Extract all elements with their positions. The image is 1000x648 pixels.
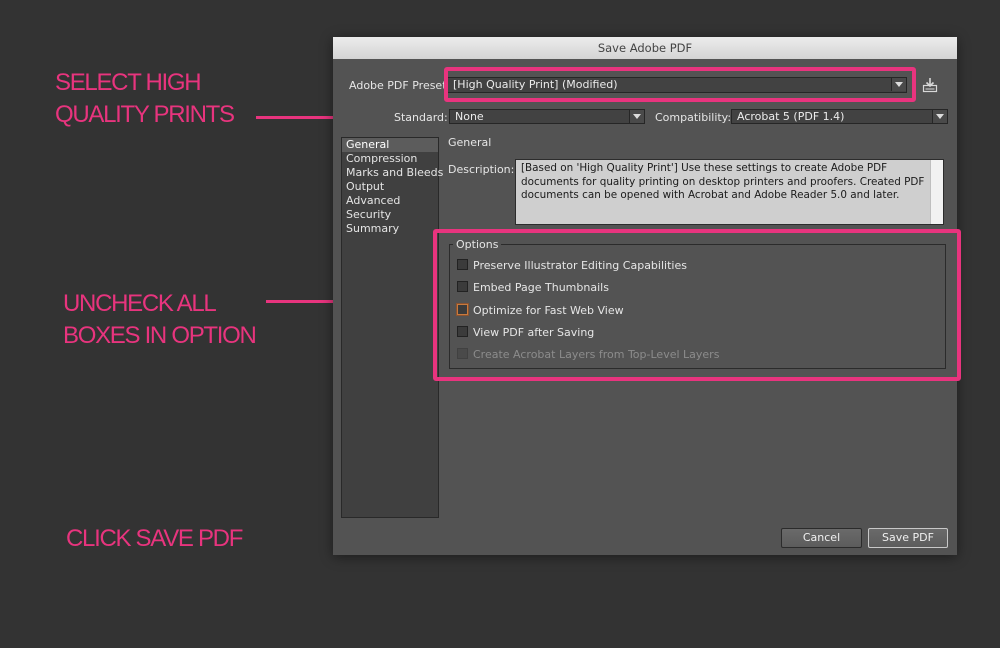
description-text: [Based on 'High Quality Print'] Use thes… <box>521 162 925 201</box>
settings-category-list: General Compression Marks and Bleeds Out… <box>341 137 443 518</box>
nav-item-security[interactable]: Security <box>342 208 438 222</box>
highlight-options <box>433 229 961 381</box>
save-pdf-button[interactable]: Save PDF <box>868 528 948 548</box>
chevron-down-icon <box>932 110 947 123</box>
highlight-preset <box>444 67 916 102</box>
nav-item-general[interactable]: General <box>342 138 438 152</box>
compatibility-select[interactable]: Acrobat 5 (PDF 1.4) <box>731 109 948 124</box>
preset-label: Adobe PDF Preset: <box>349 79 451 92</box>
compatibility-value: Acrobat 5 (PDF 1.4) <box>737 110 845 123</box>
annotation-uncheck-options: UNCHECK ALL BOXES IN OPTION <box>63 290 257 349</box>
description-label: Description: <box>448 163 515 176</box>
standard-value: None <box>455 110 484 123</box>
nav-item-summary[interactable]: Summary <box>342 222 438 236</box>
nav-item-marks-and-bleeds[interactable]: Marks and Bleeds <box>342 166 443 180</box>
nav-item-output[interactable]: Output <box>342 180 438 194</box>
nav-item-advanced[interactable]: Advanced <box>342 194 438 208</box>
standard-label: Standard: <box>394 111 448 124</box>
description-scrollbar[interactable] <box>930 160 943 224</box>
chevron-down-icon <box>629 110 644 123</box>
cancel-button[interactable]: Cancel <box>781 528 862 548</box>
description-box[interactable]: [Based on 'High Quality Print'] Use thes… <box>515 159 944 225</box>
nav-item-compression[interactable]: Compression <box>342 152 438 166</box>
panel-title: General <box>448 136 492 149</box>
dialog-title: Save Adobe PDF <box>333 37 957 59</box>
annotation-select-preset: SELECT HIGH QUALITY PRINTS <box>55 69 235 128</box>
save-preset-icon[interactable] <box>922 77 938 93</box>
compatibility-label: Compatibility: <box>655 111 732 124</box>
standard-select[interactable]: None <box>449 109 645 124</box>
annotation-click-save: CLICK SAVE PDF <box>66 525 243 552</box>
